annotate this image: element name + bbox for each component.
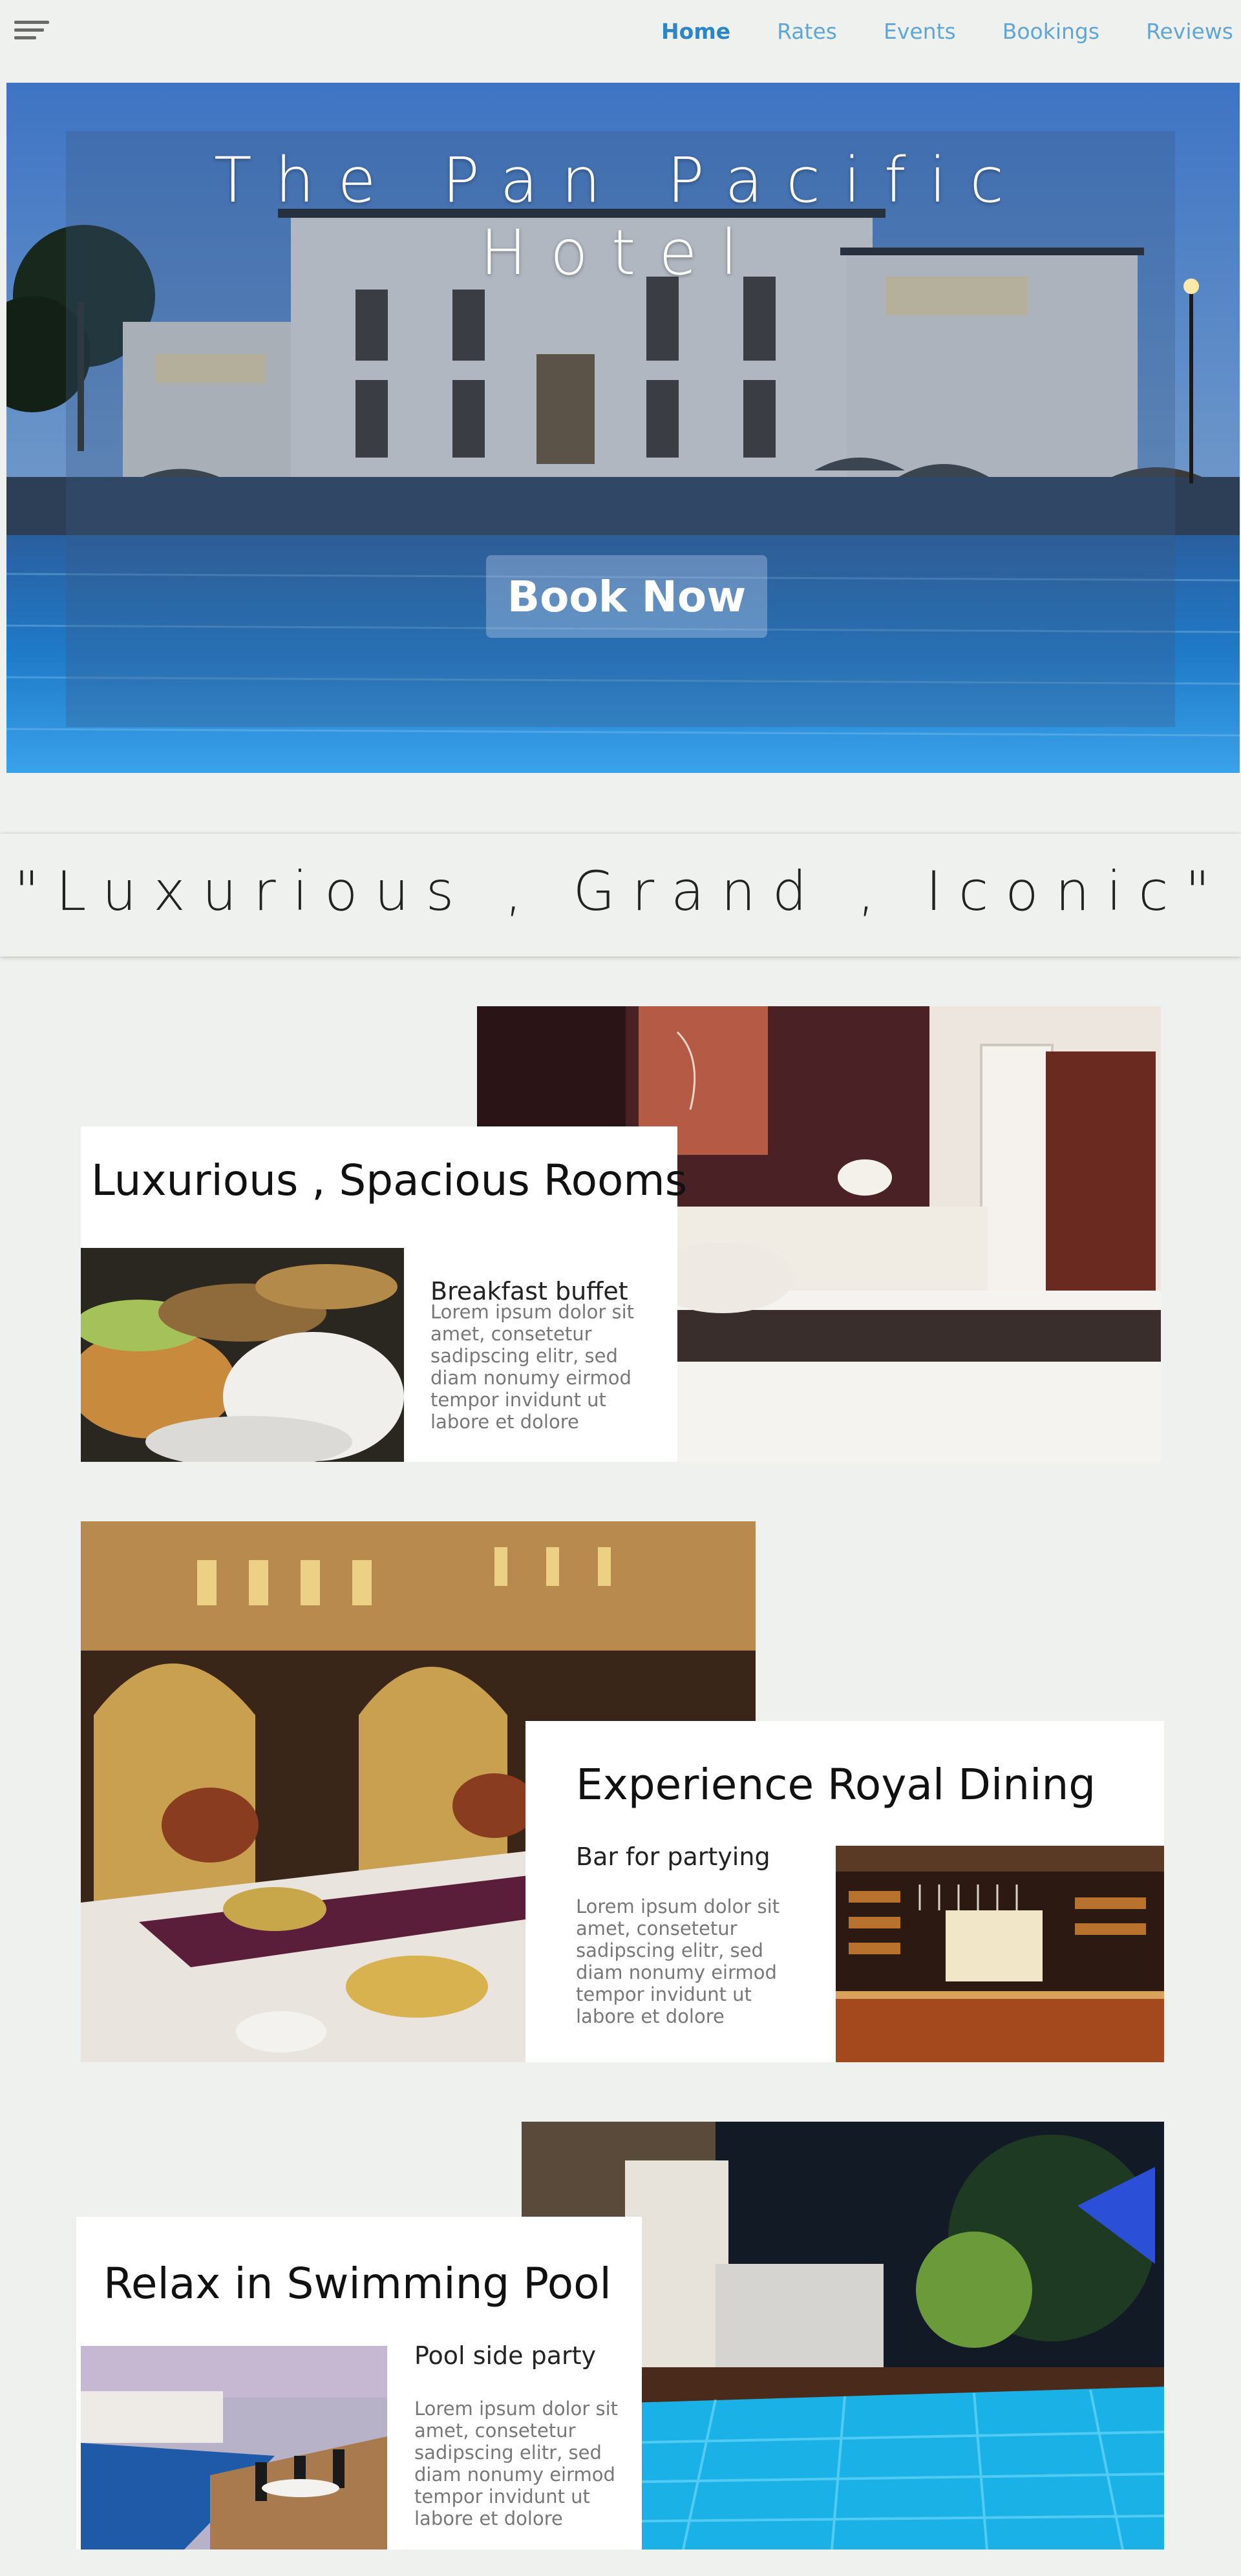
hero-banner: The Pan Pacific Hotel Book Now bbox=[6, 83, 1240, 773]
nav-link-home[interactable]: Home bbox=[661, 19, 730, 44]
nav-link-reviews[interactable]: Reviews bbox=[1146, 19, 1233, 44]
dining-title: Experience Royal Dining bbox=[576, 1760, 1096, 1810]
bar-image bbox=[836, 1846, 1164, 2062]
breakfast-description: Lorem ipsum dolor sit amet, consetetur s… bbox=[430, 1301, 635, 1433]
breakfast-buffet-image bbox=[81, 1248, 404, 1462]
pool-title: Relax in Swimming Pool bbox=[103, 2259, 611, 2308]
bar-subtitle: Bar for partying bbox=[576, 1842, 770, 1871]
pool-card: Relax in Swimming Pool Pool side party L… bbox=[76, 2217, 642, 2550]
bar-description: Lorem ipsum dolor sit amet, consetetur s… bbox=[576, 1895, 780, 2027]
dining-card: Experience Royal Dining Bar for partying… bbox=[525, 1721, 1164, 2062]
hamburger-menu-icon[interactable] bbox=[14, 21, 49, 43]
book-now-button[interactable]: Book Now bbox=[486, 555, 767, 638]
tagline: "Luxurious , Grand , Iconic" bbox=[14, 860, 1227, 923]
tagline-band: "Luxurious , Grand , Iconic" bbox=[0, 834, 1241, 956]
hero-overlay: The Pan Pacific Hotel Book Now bbox=[66, 131, 1175, 727]
hotel-title: The Pan Pacific Hotel bbox=[214, 144, 1027, 289]
top-nav: Home Rates Events Bookings Reviews bbox=[0, 0, 1241, 63]
nav-link-rates[interactable]: Rates bbox=[777, 19, 837, 44]
nav-link-events[interactable]: Events bbox=[884, 19, 956, 44]
rooms-card: Luxurious , Spacious Rooms Breakfast buf… bbox=[81, 1126, 687, 1462]
pool-party-description: Lorem ipsum dolor sit amet, consetetur s… bbox=[414, 2398, 619, 2529]
nav-links: Home Rates Events Bookings Reviews bbox=[661, 0, 1241, 63]
rooms-title: Luxurious , Spacious Rooms bbox=[91, 1156, 688, 1205]
pool-side-party-image bbox=[81, 2346, 387, 2550]
nav-link-bookings[interactable]: Bookings bbox=[1002, 19, 1099, 44]
pool-party-subtitle: Pool side party bbox=[414, 2341, 597, 2370]
